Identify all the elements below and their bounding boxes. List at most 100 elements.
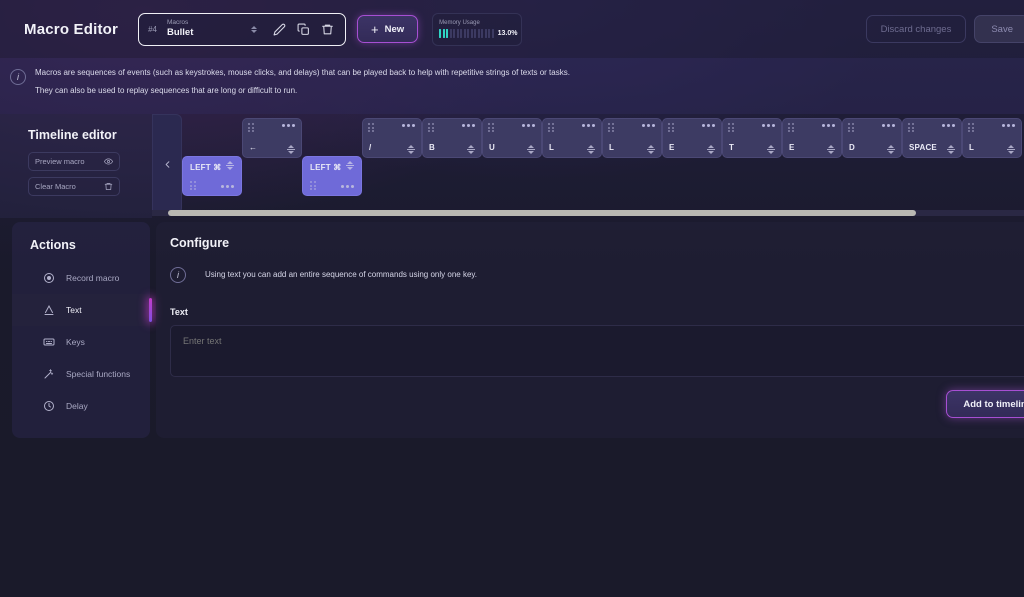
- drag-handle-icon[interactable]: [728, 123, 734, 132]
- timeline-key-card[interactable]: ←: [242, 118, 302, 158]
- card-stepper-icon[interactable]: [887, 145, 895, 154]
- timeline-key-card[interactable]: T: [722, 118, 782, 158]
- timeline-modifier-card[interactable]: LEFT ⌘: [302, 156, 362, 196]
- drag-handle-icon[interactable]: [848, 123, 854, 132]
- card-stepper-icon[interactable]: [707, 145, 715, 154]
- more-options-icon[interactable]: [282, 124, 295, 127]
- more-options-icon[interactable]: [762, 124, 775, 127]
- more-options-icon[interactable]: [341, 185, 354, 188]
- eye-icon: [104, 158, 113, 165]
- card-stepper-icon[interactable]: [467, 145, 475, 154]
- timeline-key-card[interactable]: L: [542, 118, 602, 158]
- clear-macro-button[interactable]: Clear Macro: [28, 177, 120, 196]
- card-stepper-icon[interactable]: [287, 145, 295, 154]
- key-card-label: ←: [249, 143, 258, 152]
- card-stepper-icon[interactable]: [647, 145, 655, 154]
- drag-handle-icon[interactable]: [428, 123, 434, 132]
- timeline-key-card[interactable]: SPACE: [902, 118, 962, 158]
- actions-panel: Actions Record macro Text Keys Special func…: [12, 222, 152, 438]
- more-options-icon[interactable]: [221, 185, 234, 188]
- add-to-timeline-button[interactable]: Add to timeline: [946, 390, 1024, 418]
- drag-handle-icon[interactable]: [908, 123, 914, 132]
- configure-info: i Using text you can add an entire seque…: [170, 266, 1024, 283]
- magic-wand-icon: [42, 368, 55, 380]
- timeline-key-card[interactable]: E: [662, 118, 722, 158]
- card-stepper-icon[interactable]: [947, 145, 955, 154]
- more-options-icon[interactable]: [882, 124, 895, 127]
- key-card-label: L: [609, 143, 615, 152]
- memory-usage-percent: 13.0%: [497, 30, 518, 37]
- action-item-label: Special functions: [66, 369, 131, 379]
- action-item-delay[interactable]: Delay: [12, 390, 150, 422]
- more-options-icon[interactable]: [402, 124, 415, 127]
- timeline-editor-title: Timeline editor: [28, 128, 117, 142]
- action-item-record-macro[interactable]: Record macro: [12, 262, 150, 294]
- drag-handle-icon[interactable]: [668, 123, 674, 132]
- timeline-key-card[interactable]: /: [362, 118, 422, 158]
- plus-icon: +: [370, 21, 379, 37]
- more-options-icon[interactable]: [822, 124, 835, 127]
- memory-usage-caption: Memory Usage: [439, 20, 480, 26]
- more-options-icon[interactable]: [522, 124, 535, 127]
- drag-handle-icon[interactable]: [488, 123, 494, 132]
- macro-caption: Macros: [166, 18, 189, 26]
- timeline-row-keys: ← / B U L L E T E D SPACE L: [182, 118, 1022, 158]
- timeline-key-card[interactable]: E: [782, 118, 842, 158]
- timeline-key-card[interactable]: U: [482, 118, 542, 158]
- drag-handle-icon[interactable]: [608, 123, 614, 132]
- drag-handle-icon[interactable]: [968, 123, 974, 132]
- drag-handle-icon[interactable]: [248, 123, 254, 132]
- key-card-label: B: [429, 143, 435, 152]
- card-stepper-icon[interactable]: [767, 145, 775, 154]
- timeline-key-card[interactable]: L: [962, 118, 1022, 158]
- card-stepper-icon[interactable]: [827, 145, 835, 154]
- more-options-icon[interactable]: [462, 124, 475, 127]
- card-stepper-icon[interactable]: [527, 145, 535, 154]
- discard-changes-button[interactable]: Discard changes: [865, 15, 967, 43]
- drag-handle-icon[interactable]: [190, 181, 196, 190]
- card-stepper-icon[interactable]: [587, 145, 595, 154]
- save-button[interactable]: Save: [974, 15, 1024, 43]
- timeline-key-card[interactable]: L: [602, 118, 662, 158]
- macro-selector[interactable]: #4 Macros Bullet: [138, 12, 346, 46]
- timeline-row-modifiers: LEFT ⌘ LEFT ⌘: [182, 156, 362, 196]
- more-options-icon[interactable]: [942, 124, 955, 127]
- key-card-label: LEFT ⌘: [190, 163, 222, 172]
- drag-handle-icon[interactable]: [310, 181, 316, 190]
- action-item-text[interactable]: Text: [12, 294, 152, 326]
- new-macro-button[interactable]: + New: [356, 15, 419, 43]
- card-stepper-icon[interactable]: [346, 161, 354, 170]
- edit-pencil-icon[interactable]: [269, 18, 291, 40]
- card-stepper-icon[interactable]: [407, 145, 415, 154]
- more-options-icon[interactable]: [582, 124, 595, 127]
- timeline-key-card[interactable]: B: [422, 118, 482, 158]
- configure-info-text: Using text you can add an entire sequenc…: [205, 270, 478, 279]
- more-options-icon[interactable]: [1002, 124, 1015, 127]
- drag-handle-icon[interactable]: [788, 123, 794, 132]
- action-item-keys[interactable]: Keys: [12, 326, 150, 358]
- macro-value: Bullet: [166, 26, 194, 38]
- timeline-scrollbar[interactable]: [152, 210, 1024, 216]
- timeline-collapse-button[interactable]: [152, 114, 182, 214]
- timeline-key-card[interactable]: D: [842, 118, 902, 158]
- more-options-icon[interactable]: [702, 124, 715, 127]
- preview-macro-button[interactable]: Preview macro: [28, 152, 120, 171]
- drag-handle-icon[interactable]: [548, 123, 554, 132]
- timeline-modifier-card[interactable]: LEFT ⌘: [182, 156, 242, 196]
- card-stepper-icon[interactable]: [1007, 145, 1015, 154]
- duplicate-icon[interactable]: [293, 18, 315, 40]
- key-card-label: SPACE: [909, 143, 937, 152]
- timeline-track[interactable]: ← / B U L L E T E D SPACE L LEFT ⌘ LEFT ⌘: [182, 114, 1024, 210]
- action-item-label: Keys: [66, 337, 85, 347]
- action-item-label: Record macro: [66, 273, 120, 283]
- timeline-scrollbar-thumb[interactable]: [168, 210, 916, 216]
- memory-usage-widget: Memory Usage 13.0%: [432, 12, 523, 46]
- text-input[interactable]: [170, 325, 1024, 377]
- action-item-special-functions[interactable]: Special functions: [12, 358, 150, 390]
- delete-trash-icon[interactable]: [317, 18, 339, 40]
- actions-list: Record macro Text Keys Special functions Del…: [12, 262, 152, 422]
- more-options-icon[interactable]: [642, 124, 655, 127]
- drag-handle-icon[interactable]: [368, 123, 374, 132]
- card-stepper-icon[interactable]: [226, 161, 234, 170]
- macro-stepper-icon[interactable]: [247, 25, 261, 33]
